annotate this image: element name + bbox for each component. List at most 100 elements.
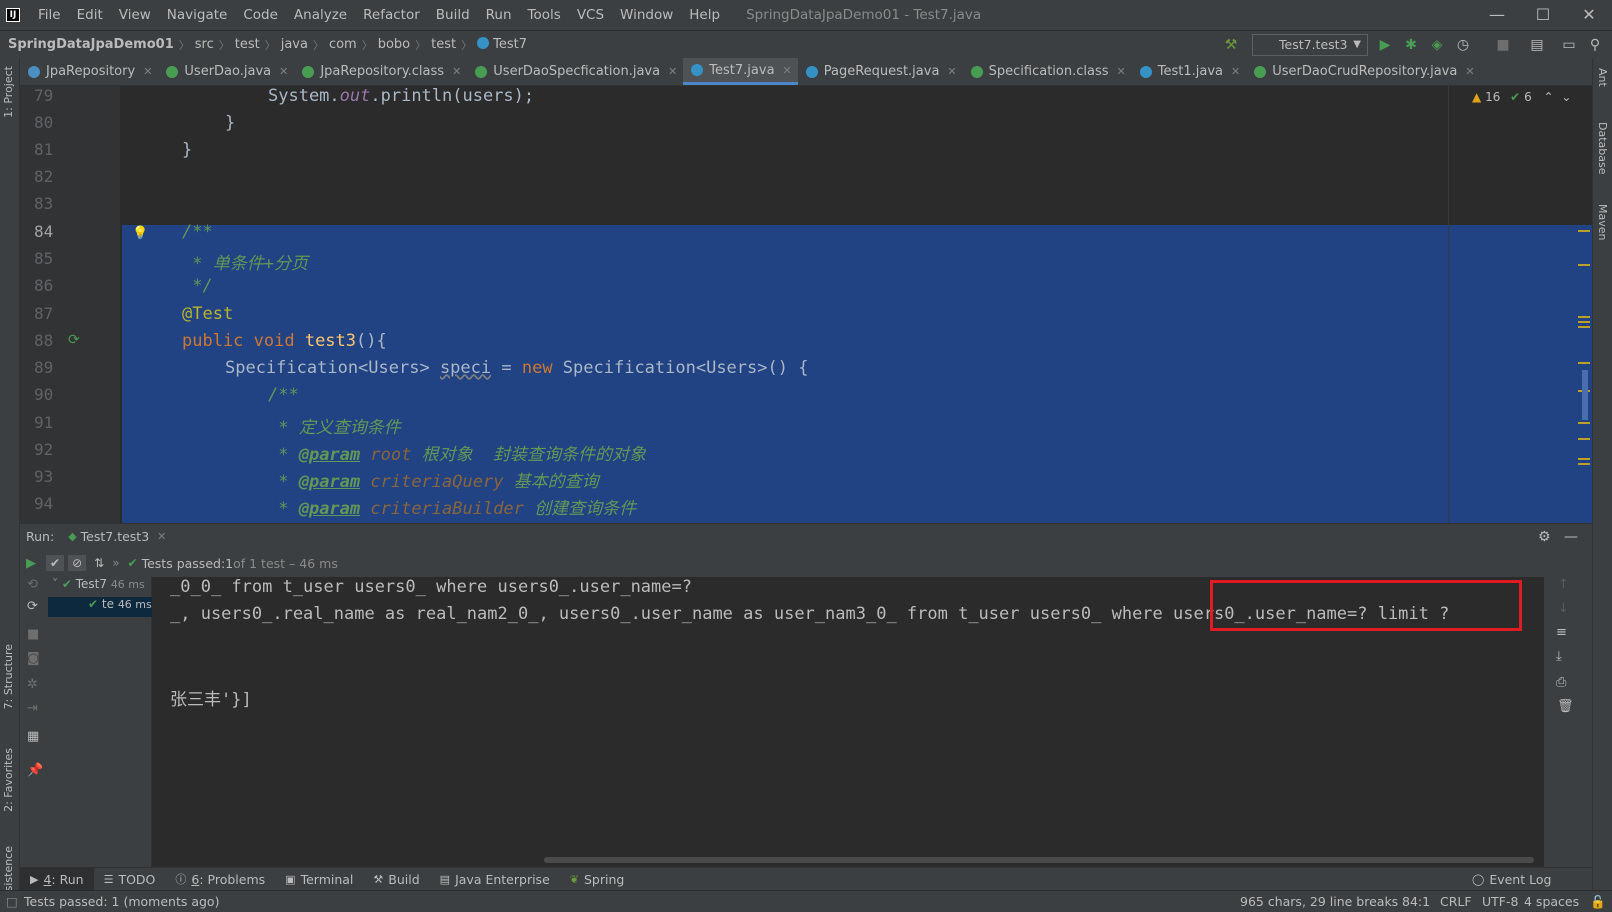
status-encoding[interactable]: UTF-8 [1482,894,1518,909]
show-passed-toggle-icon[interactable]: ✔ [46,555,65,571]
editor-tab[interactable]: UserDaoSpecfication.java ✕ [467,58,683,85]
menu-edit[interactable]: Edit [69,7,111,23]
export-icon[interactable]: ⇥ [27,701,38,716]
search-icon[interactable]: ⚲ [1586,36,1604,54]
editor-tab[interactable]: JpaRepository ✕ [20,58,158,85]
lock-icon[interactable]: 🔓 [1590,894,1606,910]
pin-icon[interactable]: 📌 [27,763,43,778]
console-horizontal-scrollbar[interactable] [152,853,1544,867]
editor-tab[interactable]: Specification.class ✕ [963,58,1132,85]
breadcrumb-java[interactable]: java [278,37,311,52]
menu-code[interactable]: Code [235,7,286,23]
breadcrumb-src[interactable]: src [192,37,217,52]
editor-scrollbar-thumb[interactable] [1582,370,1588,420]
soft-wrap-icon[interactable]: ≡ [1556,625,1567,640]
close-tab-icon[interactable]: ✕ [947,65,956,78]
terminal-tool-button[interactable]: ▣ Terminal [275,868,363,891]
menu-refactor[interactable]: Refactor [355,7,428,23]
project-structure-icon[interactable]: ▤ [1528,36,1546,54]
breadcrumb-bobo[interactable]: bobo [375,37,413,52]
close-window-button[interactable]: ✕ [1566,0,1612,30]
project-tool-button[interactable]: 1: Project [2,66,15,118]
menu-file[interactable]: File [30,7,69,23]
more-actions-icon[interactable]: » [112,556,119,570]
breadcrumb-project[interactable]: SpringDataJpaDemo01 [0,37,177,52]
status-indent[interactable]: 4 spaces [1524,894,1579,909]
error-stripe-mark[interactable] [1578,463,1590,465]
coverage-icon[interactable]: ◈ [1428,36,1446,54]
breadcrumb-com[interactable]: com [326,37,360,52]
error-stripe-mark[interactable] [1578,422,1590,424]
run-test-gutter-icon[interactable]: ⟳ [68,332,80,348]
editor-tab[interactable]: PageRequest.java ✕ [798,58,963,85]
close-tab-icon[interactable]: ✕ [157,530,166,543]
spring-tool-button[interactable]: ❦ Spring [560,868,635,891]
maximize-button[interactable]: ☐ [1520,0,1566,30]
error-stripe-mark[interactable] [1578,438,1590,440]
editor-tab[interactable]: UserDaoCrudRepository.java ✕ [1246,58,1480,85]
error-stripe-mark[interactable] [1578,230,1590,232]
java-enterprise-tool-button[interactable]: ▤ Java Enterprise [430,868,560,891]
minimize-button[interactable]: — [1474,0,1520,30]
status-caret-position[interactable]: 84:1 [1402,894,1430,909]
build-tool-button[interactable]: ⚒ Build [363,868,429,891]
scroll-to-end-icon[interactable]: ⤓ [1556,649,1562,664]
gear-icon[interactable]: ⚙ [1538,529,1551,545]
print-icon[interactable]: ⎙ [1556,675,1566,690]
sort-icon[interactable]: ⇅ [94,556,104,570]
close-tab-icon[interactable]: ✕ [1465,65,1474,78]
scrollbar-thumb[interactable] [544,857,1534,863]
maven-tool-button[interactable]: Maven [1596,204,1609,240]
menu-help[interactable]: Help [681,7,728,23]
event-log-button[interactable]: ◯ Event Log [1462,868,1561,891]
close-tab-icon[interactable]: ✕ [668,65,677,78]
todo-tool-button[interactable]: ☰ TODO [94,868,166,891]
trash-icon[interactable]: 🗑 [1557,699,1574,714]
status-line-separator[interactable]: CRLF [1440,894,1472,909]
menu-tools[interactable]: Tools [520,7,569,23]
code-editor[interactable]: ▲ 16 ✔ 6 ⌃ ⌄ 79 80 81 82 83 84 85 86 87 … [20,86,1592,523]
layout-icon[interactable]: ▦ [27,729,39,744]
menu-window[interactable]: Window [612,7,681,23]
error-stripe-mark[interactable] [1578,264,1590,266]
rerun-icon[interactable]: ▶ [26,556,36,571]
status-message[interactable]: Tests passed: 1 (moments ago) [24,894,219,909]
close-tab-icon[interactable]: ✕ [1231,65,1240,78]
close-tab-icon[interactable]: ✕ [452,65,461,78]
close-tab-icon[interactable]: ✕ [143,65,152,78]
inspection-widget[interactable]: ▲ 16 ✔ 6 ⌃ ⌄ [1472,90,1571,104]
run-config-select[interactable]: Test7.test3 ▼ [1252,34,1368,56]
run-icon[interactable]: ▶ [1376,36,1394,54]
chevron-up-icon[interactable]: ⌃ [1544,90,1554,104]
camera-icon[interactable]: ◙ [27,651,40,666]
editor-tab[interactable]: UserDao.java ✕ [158,58,294,85]
breadcrumb-test-pkg[interactable]: test [428,37,459,52]
menu-build[interactable]: Build [428,7,478,23]
profile-icon[interactable]: ◷ [1454,36,1472,54]
database-tool-button[interactable]: Database [1596,122,1609,175]
menu-vcs[interactable]: VCS [569,7,612,23]
run-tool-button[interactable]: ▶ 4: Run [20,867,94,891]
ant-tool-button[interactable]: Ant [1596,68,1609,87]
debug-icon[interactable]: ✱ [1402,36,1420,54]
minimize-panel-icon[interactable]: — [1564,529,1578,545]
structure-tool-button[interactable]: 7: Structure [2,644,15,709]
editor-tab[interactable]: Test1.java ✕ [1132,58,1246,85]
layout-icon[interactable]: ▭ [1560,36,1578,54]
run-tab-label[interactable]: Test7.test3 [81,529,150,544]
settings-icon[interactable]: ✲ [27,677,38,692]
breadcrumb-test[interactable]: test [232,37,263,52]
arrow-down-icon[interactable]: ↓ [1558,601,1569,616]
console-output[interactable]: _0_0_ from t_user users0_ where users0_.… [152,577,1544,853]
problems-tool-button[interactable]: ⓘ 6: Problems [165,868,275,891]
toggle-auto-test-icon[interactable]: ⟳ [27,599,38,614]
arrow-up-icon[interactable]: ↑ [1558,577,1569,592]
close-tab-icon[interactable]: ✕ [279,65,288,78]
menu-run[interactable]: Run [478,7,520,23]
build-hammer-icon[interactable]: ⚒ [1222,36,1240,54]
stop-icon[interactable]: ■ [27,627,39,642]
menu-view[interactable]: View [111,7,159,23]
editor-tab[interactable]: Test7.java ✕ [683,58,798,85]
menu-navigate[interactable]: Navigate [159,7,236,23]
test-tree-child[interactable]: ✔ te 46 ms [48,597,152,617]
